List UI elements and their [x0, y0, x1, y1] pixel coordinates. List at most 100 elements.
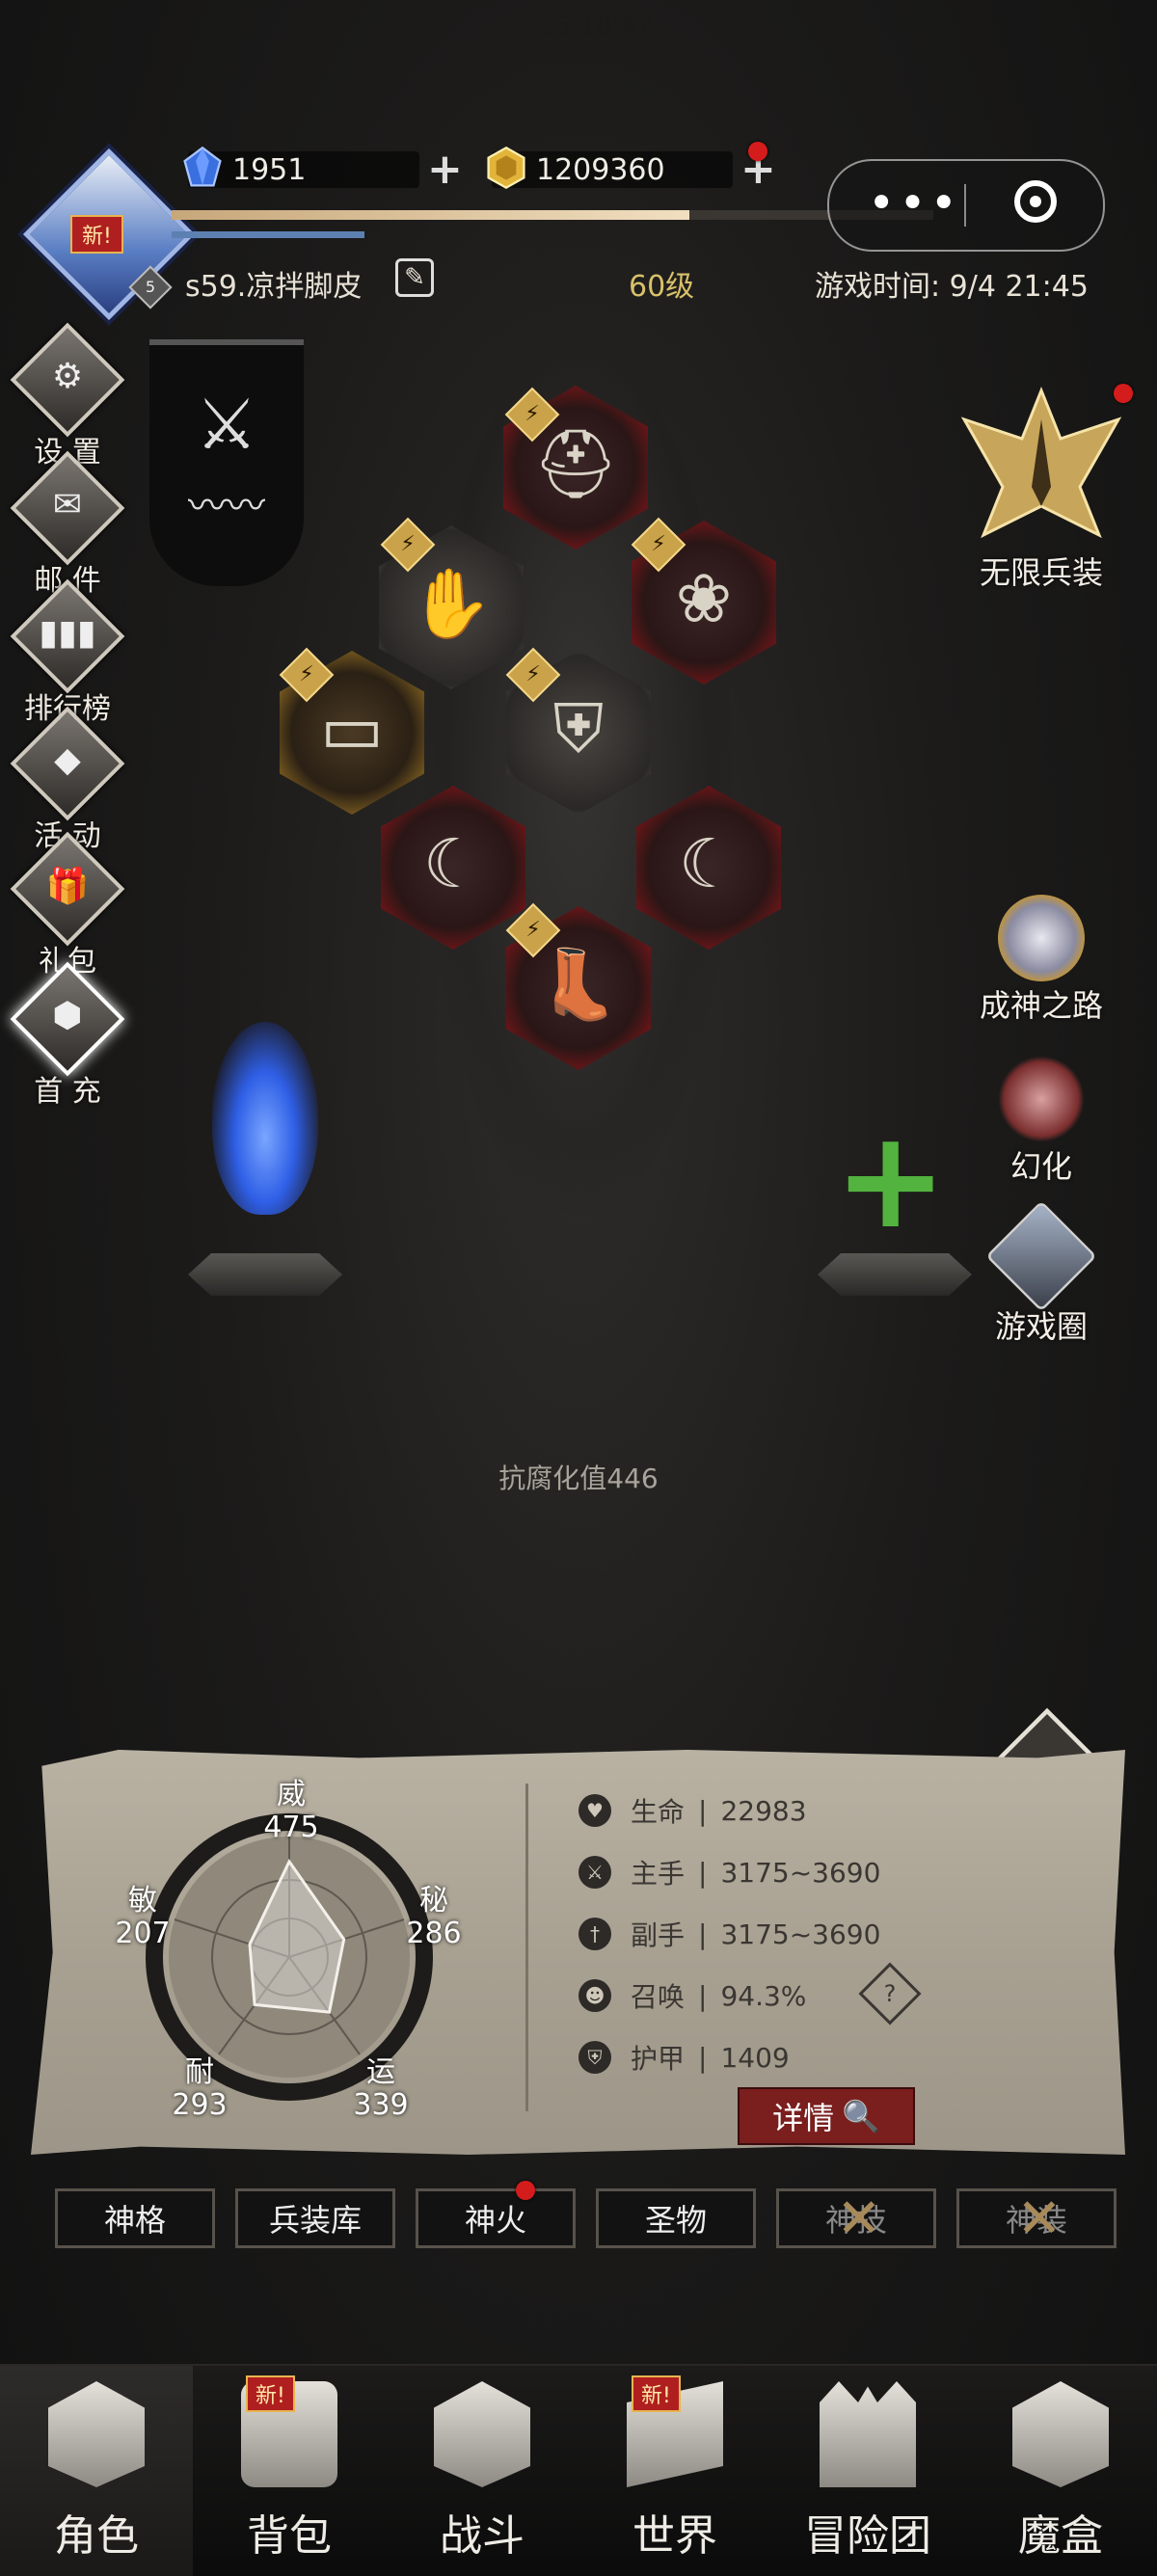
gamepad-icon: [985, 1200, 1097, 1312]
tab-relic[interactable]: 圣物: [596, 2188, 756, 2248]
nav-label: 战斗: [440, 2511, 525, 2561]
summon-icon: ☻: [578, 1979, 611, 2012]
status-time: 23:18:47: [540, 12, 653, 40]
stat-off-hand-label: 副手: [631, 1919, 686, 1951]
tab-divine-gear[interactable]: 神装 ✕: [956, 2187, 1117, 2250]
belt-icon: ▭: [319, 689, 385, 768]
stat-main-hand-value: 3175~3690: [720, 1856, 881, 1889]
stat-armor: ⛨ 护甲 | 1409: [578, 2038, 790, 2077]
bottom-navigation: 角色 新! 背包 战斗 新! 世界 冒险团 魔盒: [0, 2364, 1157, 2576]
nav-character[interactable]: 角色: [0, 2366, 193, 2576]
nav-adventure-team[interactable]: 冒险团: [771, 2366, 964, 2576]
horn-weapon-icon: ☾: [678, 824, 740, 903]
stat-summon: ☻ 召唤 | 94.3%: [578, 1976, 806, 2015]
attr-min-name: 敏: [128, 1884, 157, 1918]
gold-icon: [487, 146, 525, 190]
stat-hp-label: 生命: [631, 1796, 686, 1828]
armor-icon: ⛨: [552, 689, 605, 768]
settings-button[interactable]: ⚙ 设 置: [10, 322, 125, 470]
pet-pedestal-right: [818, 1253, 972, 1296]
ranking-button[interactable]: ▮▮▮ 排行榜: [10, 578, 125, 726]
event-button[interactable]: ◆ 活 动: [10, 706, 125, 853]
details-label: 详情: [772, 2100, 835, 2136]
nav-backpack[interactable]: 新! 背包: [193, 2366, 386, 2576]
stat-off-hand-value: 3175~3690: [720, 1918, 881, 1950]
new-badge: 新!: [632, 2375, 681, 2412]
experience-fill: [172, 210, 690, 220]
horn-weapon-icon: ☾: [422, 824, 484, 903]
notification-dot: [748, 142, 767, 161]
guild-banner[interactable]: ⚔ 〰〰: [149, 339, 304, 586]
magnifier-icon: 🔍: [842, 2098, 880, 2134]
nav-label: 魔盒: [1018, 2511, 1103, 2561]
pet-pedestal-left: [188, 1253, 342, 1296]
edit-name-icon[interactable]: ✎: [395, 258, 434, 297]
tab-armory[interactable]: 兵装库: [235, 2188, 395, 2248]
ranking-glyph: ▮▮▮: [39, 613, 96, 653]
player-level: 60级: [629, 270, 695, 304]
panel-divider: [525, 1784, 528, 2111]
first-recharge-button[interactable]: ⬢ 首 充: [10, 961, 125, 1109]
nav-magic-box[interactable]: 魔盒: [964, 2366, 1157, 2576]
tab-label: 兵装库: [268, 2202, 362, 2239]
helmet-icon: ⛑: [532, 424, 619, 503]
tab-divine-skill[interactable]: 神技 ✕: [776, 2187, 936, 2250]
transform-button[interactable]: 幻化: [955, 1056, 1128, 1187]
gift-glyph: 🎁: [45, 867, 90, 906]
nav-label: 背包: [247, 2511, 332, 2561]
close-target-icon[interactable]: [1014, 180, 1057, 223]
game-circle-button[interactable]: 游戏圈: [955, 1200, 1128, 1347]
wave-emblem-icon: 〰〰: [188, 484, 265, 528]
stat-armor-value: 1409: [720, 2041, 790, 2074]
path-to-god-label: 成神之路: [979, 987, 1103, 1024]
attr-mi: 秘 286: [395, 1885, 472, 1950]
attr-wei-value: 475: [263, 1811, 319, 1844]
details-button[interactable]: 详情 🔍: [738, 2087, 915, 2145]
add-diamond-button[interactable]: +: [427, 148, 463, 191]
experience-bar: [172, 210, 933, 220]
more-icon[interactable]: •••: [868, 178, 961, 228]
attr-nai-value: 293: [172, 2088, 228, 2122]
lock-icon: ✕: [1016, 2187, 1063, 2250]
stat-hp: ♥ 生命 | 22983: [578, 1791, 807, 1830]
mask-icon: [998, 1056, 1085, 1142]
crossed-axes-icon: ⚔: [195, 384, 258, 465]
diamond-icon: [183, 146, 222, 187]
castle-icon: [820, 2381, 916, 2487]
armor-stat-icon: ⛨: [578, 2041, 611, 2074]
mail-button[interactable]: ✉ 邮 件: [10, 450, 125, 598]
heart-icon: ♥: [578, 1794, 611, 1827]
vip-level: 5: [145, 278, 156, 296]
nav-label: 冒险团: [804, 2511, 931, 2561]
nav-label: 世界: [632, 2511, 717, 2561]
tab-divinity[interactable]: 神格: [55, 2188, 215, 2248]
gold-currency: 1209360 +: [487, 142, 776, 191]
notification-dot: [1114, 384, 1133, 403]
nav-battle[interactable]: 战斗: [386, 2366, 578, 2576]
add-pet-icon[interactable]: +: [834, 1114, 947, 1248]
tab-divine-fire[interactable]: 神火: [416, 2188, 576, 2248]
stat-main-hand: ⚔ 主手 | 3175~3690: [578, 1853, 880, 1892]
attr-min: 敏 207: [104, 1885, 181, 1950]
tab-label: 神格: [103, 2202, 166, 2239]
infinite-gear-button[interactable]: 无限兵装: [955, 381, 1128, 593]
gauntlet-icon: ✋: [409, 564, 494, 643]
sword-icon: ⚔: [578, 1856, 611, 1889]
cube-icon: [1012, 2381, 1109, 2487]
new-badge: 新!: [246, 2375, 295, 2412]
stat-main-hand-label: 主手: [631, 1858, 686, 1890]
winged-crest-icon: [960, 386, 1122, 539]
player-name: s59.凉拌脚皮: [185, 270, 363, 304]
tab-label: 圣物: [644, 2202, 707, 2239]
blue-flame-pet[interactable]: [212, 1022, 318, 1215]
capsule-divider: [964, 184, 966, 227]
path-to-god-button[interactable]: 成神之路: [955, 895, 1128, 1026]
attr-yun: 运 339: [342, 2056, 419, 2122]
mail-glyph: ✉: [52, 485, 83, 524]
nav-world[interactable]: 新! 世界: [578, 2366, 771, 2576]
stat-off-hand: † 副手 | 3175~3690: [578, 1915, 880, 1953]
attr-mi-value: 286: [406, 1917, 462, 1950]
attr-yun-name: 运: [366, 2055, 395, 2089]
stat-summon-label: 召唤: [631, 1981, 686, 2013]
gift-button[interactable]: 🎁 礼包: [10, 831, 125, 979]
